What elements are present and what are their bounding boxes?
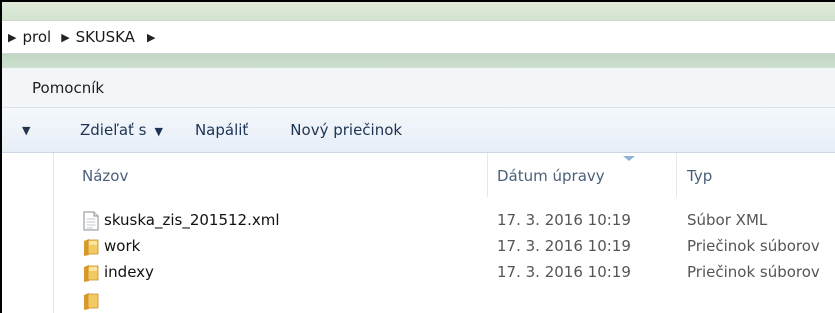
- menu-item-help[interactable]: Pomocník: [32, 79, 104, 97]
- xml-file-icon: [83, 211, 99, 231]
- file-name[interactable]: indexy: [104, 263, 154, 281]
- column-header-name[interactable]: Názov: [82, 167, 128, 185]
- file-row[interactable]: [54, 287, 835, 313]
- file-type: Súbor XML: [687, 211, 768, 229]
- menu-bar: Pomocník: [2, 68, 835, 108]
- file-row[interactable]: work 17. 3. 2016 10:19 Priečinok súborov: [54, 233, 835, 261]
- file-row[interactable]: skuska_zis_201512.xml 17. 3. 2016 10:19 …: [54, 207, 835, 235]
- explorer-window: ▶ prol ▶ SKUSKA ▶ Pomocník ▼ Zdieľať s ▼ …: [0, 0, 835, 313]
- breadcrumb[interactable]: ▶ prol ▶ SKUSKA ▶: [2, 20, 835, 54]
- share-button-label: Zdieľať s: [80, 121, 147, 139]
- folder-icon: [84, 265, 99, 282]
- share-button[interactable]: Zdieľať s ▼: [80, 121, 163, 139]
- chevron-down-icon[interactable]: ▼: [22, 124, 36, 137]
- column-header-type[interactable]: Typ: [687, 167, 712, 185]
- file-date: 17. 3. 2016 10:19: [497, 237, 631, 255]
- breadcrumb-item-prol[interactable]: prol: [22, 28, 51, 46]
- file-name[interactable]: skuska_zis_201512.xml: [104, 211, 280, 229]
- folder-icon: [84, 239, 99, 256]
- folder-icon: [84, 293, 99, 310]
- file-name[interactable]: work: [104, 237, 140, 255]
- file-type: Priečinok súborov: [687, 263, 820, 281]
- column-header-date[interactable]: Dátum úpravy: [497, 167, 605, 185]
- address-bar: ▶ prol ▶ SKUSKA ▶: [2, 2, 835, 68]
- navigation-pane[interactable]: [2, 153, 54, 313]
- breadcrumb-item-skuska[interactable]: SKUSKA: [76, 28, 135, 46]
- column-header-row: Názov Dátum úpravy Typ: [54, 153, 835, 197]
- file-list-area: Názov Dátum úpravy Typ skuska_zis_201512…: [2, 153, 835, 313]
- burn-button[interactable]: Napáliť: [195, 121, 248, 139]
- sort-arrow-icon: [623, 156, 635, 161]
- chevron-right-icon[interactable]: ▶: [61, 31, 69, 44]
- file-date: 17. 3. 2016 10:19: [497, 263, 631, 281]
- chevron-right-icon[interactable]: ▶: [147, 31, 155, 44]
- column-divider[interactable]: [487, 153, 488, 197]
- chevron-right-icon[interactable]: ▶: [8, 31, 16, 44]
- new-folder-button[interactable]: Nový priečinok: [290, 121, 402, 139]
- file-row[interactable]: indexy 17. 3. 2016 10:19 Priečinok súbor…: [54, 259, 835, 287]
- file-type: Priečinok súborov: [687, 237, 820, 255]
- chevron-down-icon: ▼: [154, 125, 163, 138]
- command-bar: ▼ Zdieľať s ▼ Napáliť Nový priečinok: [2, 108, 835, 153]
- file-date: 17. 3. 2016 10:19: [497, 211, 631, 229]
- column-divider[interactable]: [676, 153, 677, 197]
